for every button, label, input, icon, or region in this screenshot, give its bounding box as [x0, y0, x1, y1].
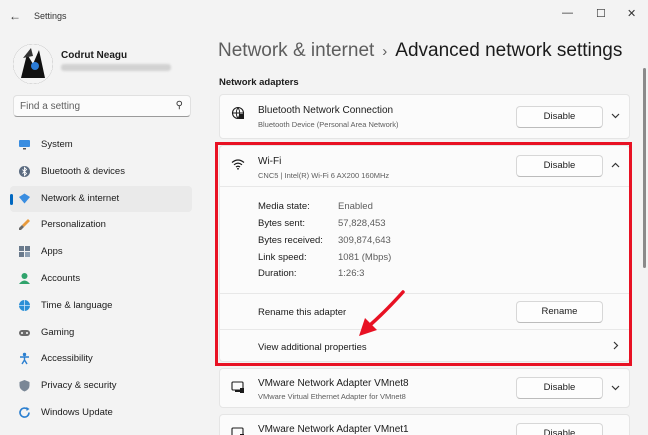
sidebar-item-label: System: [41, 139, 73, 150]
shield-icon: [18, 379, 31, 392]
sidebar-item-label: Personalization: [41, 219, 106, 231]
adapter-card-wifi[interactable]: Wi-Fi CNC5 | Intel(R) Wi-Fi 6 AX200 160M…: [219, 145, 631, 362]
arrow-left-icon[interactable]: ←: [9, 9, 21, 23]
sidebar-item-accessibility[interactable]: Accessibility: [10, 346, 192, 372]
minimize-button[interactable]: —: [562, 7, 573, 19]
adapter-subtitle: CNC5 | Intel(R) Wi-Fi 6 AX200 160MHz: [258, 171, 390, 180]
link-speed-value: 1081 (Mbps): [338, 252, 392, 263]
adapter-title: VMware Network Adapter VMnet1: [258, 424, 409, 435]
link-speed-label: Link speed:: [258, 252, 307, 263]
network-adapter-icon: [231, 426, 245, 435]
apps-icon: [18, 245, 31, 258]
adapter-subtitle: Bluetooth Device (Personal Area Network): [258, 120, 399, 129]
sidebar-item-bluetooth[interactable]: Bluetooth & devices: [10, 159, 192, 185]
sidebar-item-label: Time & language: [41, 299, 113, 311]
sidebar-item-label: Privacy & security: [41, 380, 117, 392]
sidebar-item-windows-update[interactable]: Windows Update: [10, 400, 192, 426]
adapter-title: VMware Network Adapter VMnet8: [258, 378, 409, 389]
adapter-card-vmnet8[interactable]: VMware Network Adapter VMnet8 VMware Vir…: [219, 368, 630, 408]
monitor-icon: [18, 138, 31, 151]
view-additional-properties-label: View additional properties: [258, 342, 367, 353]
adapter-card-vmnet1[interactable]: VMware Network Adapter VMnet1 Disable: [219, 414, 630, 435]
scrollbar[interactable]: [643, 44, 646, 294]
profile-email-redacted: [61, 64, 171, 71]
avatar[interactable]: [13, 44, 53, 84]
sidebar-item-system[interactable]: System: [10, 132, 192, 158]
adapter-title: Bluetooth Network Connection: [258, 105, 394, 116]
view-additional-properties-row[interactable]: View additional properties: [220, 330, 631, 362]
disable-button[interactable]: Disable: [516, 106, 603, 128]
sidebar-item-label: Accounts: [41, 272, 81, 284]
sidebar-item-network[interactable]: Network & internet: [10, 185, 192, 212]
sidebar-item-label: Network & internet: [41, 192, 120, 204]
bytes-received-label: Bytes received:: [258, 235, 323, 246]
sidebar-item-label: Windows Update: [41, 406, 113, 418]
sidebar-item-label: Bluetooth & devices: [41, 165, 125, 177]
sidebar-item-personalization[interactable]: Personalization: [10, 212, 192, 238]
wifi-diamond-icon: [18, 192, 31, 205]
divider: [220, 186, 631, 187]
page-title: Advanced network settings: [395, 40, 623, 61]
close-button[interactable]: ✕: [627, 7, 636, 20]
chevron-right-icon: [613, 341, 619, 353]
sidebar-item-apps[interactable]: Apps: [10, 239, 192, 265]
annotation-arrow-icon: [359, 290, 405, 336]
duration-label: Duration:: [258, 268, 297, 279]
media-state-label: Media state:: [258, 201, 310, 212]
disable-button[interactable]: Disable: [516, 377, 603, 399]
duration-value: 1:26:3: [338, 268, 365, 279]
sidebar-item-time-language[interactable]: Time & language: [10, 293, 192, 319]
breadcrumb: Network & internet › Advanced network sett…: [218, 40, 622, 62]
bluetooth-icon: [18, 165, 31, 178]
sidebar-item-label: Gaming: [41, 326, 75, 338]
divider: [220, 293, 631, 294]
disable-button[interactable]: Disable: [516, 423, 603, 435]
accessibility-icon: [18, 352, 31, 365]
breadcrumb-parent[interactable]: Network & internet: [218, 40, 374, 61]
sidebar-item-label: Accessibility: [41, 353, 93, 365]
disable-button[interactable]: Disable: [516, 155, 603, 177]
search-placeholder: Find a setting: [20, 101, 81, 112]
sidebar-item-privacy[interactable]: Privacy & security: [10, 373, 192, 399]
search-icon[interactable]: ⚲: [176, 100, 183, 111]
bytes-sent-label: Bytes sent:: [258, 218, 305, 229]
globe-clock-icon: [18, 299, 31, 312]
gamepad-icon: [18, 326, 31, 339]
sidebar-item-label: Apps: [41, 246, 63, 258]
person-icon: [18, 272, 31, 285]
sidebar-item-accounts[interactable]: Accounts: [10, 266, 192, 292]
sidebar-item-gaming[interactable]: Gaming: [10, 320, 192, 346]
chevron-down-icon[interactable]: [611, 111, 620, 122]
title-bar: ← Settings — ☐ ✕: [0, 0, 648, 30]
globe-network-icon: [231, 106, 245, 123]
maximize-button[interactable]: ☐: [596, 7, 606, 20]
scrollbar-thumb[interactable]: [643, 68, 646, 268]
breadcrumb-separator: ›: [382, 43, 388, 60]
update-icon: [18, 406, 31, 419]
rename-button[interactable]: Rename: [516, 301, 603, 323]
media-state-value: Enabled: [338, 201, 373, 212]
section-title: Network adapters: [219, 77, 299, 88]
window-title: Settings: [34, 11, 67, 21]
avatar-image: [13, 44, 53, 84]
rename-adapter-label: Rename this adapter: [258, 307, 347, 318]
bytes-sent-value: 57,828,453: [338, 218, 386, 229]
adapter-subtitle: VMware Virtual Ethernet Adapter for VMne…: [258, 392, 406, 401]
wifi-icon: [231, 158, 245, 173]
adapter-card-bluetooth[interactable]: Bluetooth Network Connection Bluetooth D…: [219, 94, 630, 139]
chevron-up-icon[interactable]: [611, 160, 620, 171]
profile-name: Codrut Neagu: [61, 50, 128, 61]
adapter-title: Wi-Fi: [258, 156, 282, 167]
brush-icon: [18, 218, 31, 231]
bytes-received-value: 309,874,643: [338, 235, 391, 246]
network-adapter-icon: [231, 380, 245, 397]
sidebar: System Bluetooth & devices Network & int…: [10, 132, 192, 427]
search-input[interactable]: Find a setting ⚲: [13, 95, 191, 117]
chevron-down-icon[interactable]: [611, 383, 620, 394]
